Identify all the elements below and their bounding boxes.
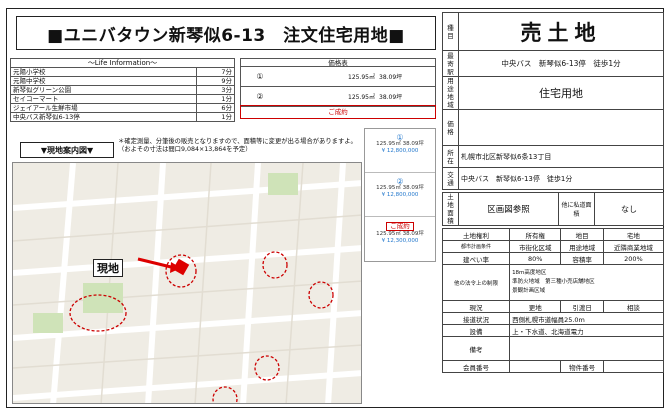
use-label: 用途地域: [442, 76, 459, 110]
traffic-label: 交通: [442, 167, 459, 190]
life-row: 中央バス新琴似6-13停 1分: [10, 112, 235, 122]
price-row: ② 125.95㎡ 38.09坪: [240, 87, 436, 107]
land-label: 土地面積: [442, 192, 459, 226]
life-row: ジェイアール生鮮市場 6分: [10, 103, 235, 113]
other-value: なし: [594, 192, 664, 226]
station-label: 最寄駅: [442, 50, 459, 77]
address-label: 所在: [442, 145, 459, 168]
station-value: 中央バス 新琴似6-13停 徒歩1分: [458, 50, 664, 77]
map-label: ▼現地案内図▼: [20, 142, 114, 158]
price-row: ① 125.95㎡ 38.09坪: [240, 67, 436, 87]
info-panel: 種目 売土地 最寄駅 中央バス 新琴似6-13停 徒歩1分 用途地域 住宅用地 …: [442, 12, 664, 226]
life-row: 元陽中学校 9分: [10, 76, 235, 86]
life-info-header: ～Life Information～: [10, 58, 235, 68]
price-header: 価格表: [240, 58, 436, 67]
use-value: 住宅用地: [458, 76, 664, 110]
sold-badge: ご成約: [240, 105, 436, 119]
life-row: 元陽小学校 7分: [10, 67, 235, 77]
lot-item: ① 125.95㎡ 38.09坪 ¥ 12,800,000: [365, 129, 435, 173]
lot-item: ご成約 125.95㎡ 38.09坪 ¥ 12,300,000: [376, 222, 424, 244]
price-value: [458, 109, 664, 146]
land-value: 区画図参照: [458, 192, 559, 226]
price-table: 価格表 ① 125.95㎡ 38.09坪 ② 125.95㎡ 38.09坪: [240, 58, 436, 107]
details-table: 土地権利 所有権 地目 宅地 都市計画条件 市街化区域 用途地域 近隣商業地域 …: [441, 228, 665, 373]
page-title: ■ユニバタウン新琴似6-13 注文住宅用地■: [16, 16, 436, 50]
price-label: 価格: [442, 109, 459, 146]
map-graphic: [13, 163, 361, 403]
site-label: 現地: [93, 259, 123, 277]
note-text: ＊確定測量、分筆後の販売となりますので、面積等に変更が出る場合がありますよ。（お…: [118, 138, 357, 153]
area-map: 現地: [12, 162, 362, 404]
lot-item: ② 125.95㎡ 38.09坪 ¥ 12,800,000: [365, 173, 435, 217]
type-label: 種目: [442, 12, 459, 51]
type-value: 売土地: [458, 12, 664, 51]
lot-panel: ① 125.95㎡ 38.09坪 ¥ 12,800,000 ② 125.95㎡ …: [364, 128, 436, 262]
life-row: 新琴似グリーン公園 3分: [10, 85, 235, 95]
life-row: セイコーマート 1分: [10, 94, 235, 104]
address-value: 札幌市北区新琴似6条13丁目: [458, 145, 664, 168]
other-label: 他に私道面積: [558, 192, 595, 226]
life-info-table: ～Life Information～ 元陽小学校 7分 元陽中学校 9分 新琴似グリ…: [10, 58, 235, 122]
traffic-value: 中央バス 新琴似6-13停 徒歩1分: [458, 167, 664, 190]
